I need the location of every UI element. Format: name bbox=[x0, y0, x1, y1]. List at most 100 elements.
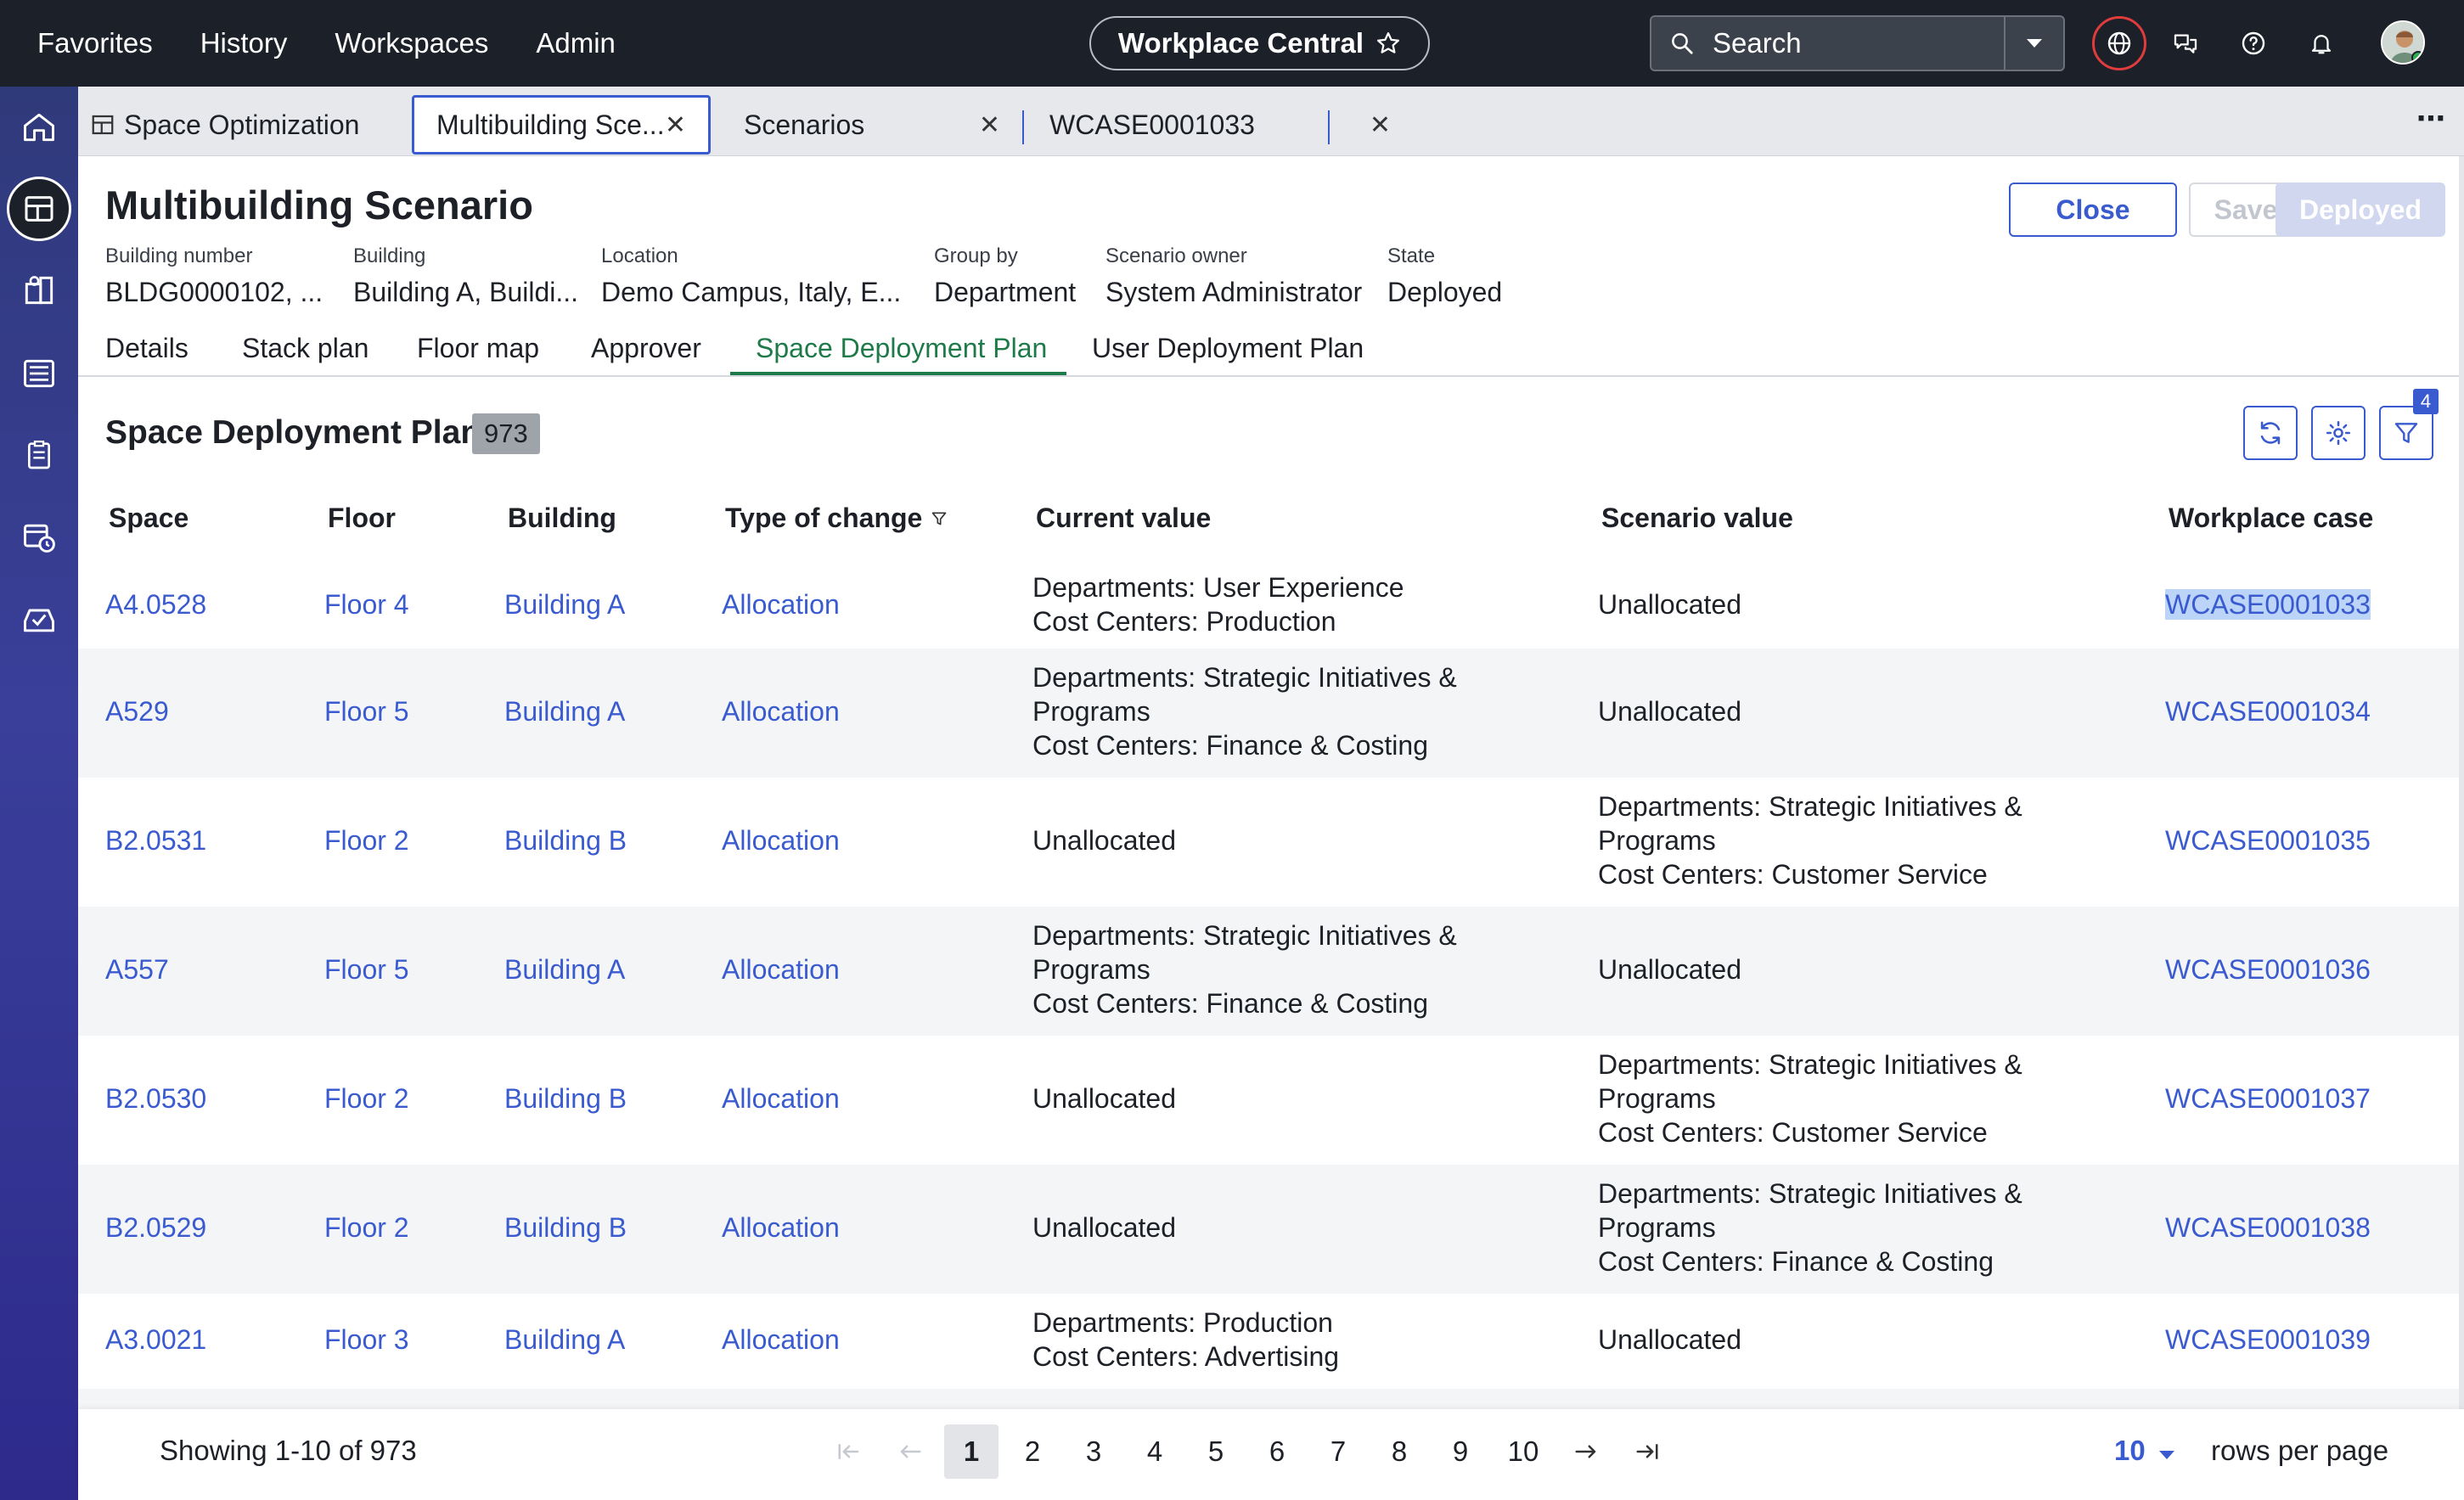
space-link[interactable]: A3.0021 bbox=[105, 1323, 206, 1357]
page-4[interactable]: 4 bbox=[1128, 1424, 1182, 1479]
page-8[interactable]: 8 bbox=[1372, 1424, 1426, 1479]
tab-approver[interactable]: Approver bbox=[591, 333, 701, 379]
workplace-case-link[interactable]: WCASE0001034 bbox=[2165, 694, 2371, 728]
column-header-scenario-value[interactable]: Scenario value bbox=[1601, 503, 1793, 534]
page-title: Multibuilding Scenario bbox=[105, 183, 533, 228]
type-of-change-link[interactable]: Allocation bbox=[722, 823, 840, 857]
column-header-building[interactable]: Building bbox=[508, 503, 616, 534]
list-icon[interactable] bbox=[0, 340, 78, 407]
building-link[interactable]: Building B bbox=[504, 1081, 627, 1115]
workplace-case-link[interactable]: WCASE0001038 bbox=[2165, 1211, 2371, 1244]
page-9[interactable]: 9 bbox=[1433, 1424, 1488, 1479]
page-6[interactable]: 6 bbox=[1250, 1424, 1304, 1479]
calendar-clock-icon[interactable] bbox=[0, 503, 78, 570]
workspace-layout-icon[interactable] bbox=[0, 175, 78, 243]
column-header-current-value[interactable]: Current value bbox=[1036, 503, 1211, 534]
nav-favorites[interactable]: Favorites bbox=[37, 27, 153, 59]
floor-link[interactable]: Floor 2 bbox=[324, 1081, 409, 1115]
type-of-change-link[interactable]: Allocation bbox=[722, 694, 840, 728]
first-page-icon[interactable] bbox=[822, 1424, 876, 1479]
next-page-icon[interactable] bbox=[1559, 1424, 1613, 1479]
refresh-button[interactable] bbox=[2243, 406, 2298, 460]
previous-page-icon[interactable] bbox=[883, 1424, 937, 1479]
tab-multibuilding-scenario[interactable]: Multibuilding Sce... ✕ bbox=[412, 95, 711, 154]
close-tab-icon[interactable]: ✕ bbox=[665, 110, 686, 140]
column-header-type-of-change[interactable]: Type of change bbox=[725, 503, 948, 534]
space-link[interactable]: A529 bbox=[105, 694, 169, 728]
bell-icon[interactable] bbox=[2294, 16, 2349, 70]
page-7[interactable]: 7 bbox=[1311, 1424, 1365, 1479]
app-title-pill[interactable]: Workplace Central bbox=[1089, 16, 1430, 70]
star-icon[interactable] bbox=[1375, 31, 1401, 56]
building-link[interactable]: Building A bbox=[504, 587, 625, 621]
current-value: Departments: Strategic Initiatives & Pro… bbox=[1032, 919, 1457, 1020]
tab-details[interactable]: Details bbox=[105, 333, 188, 379]
workplace-case-link[interactable]: WCASE0001039 bbox=[2165, 1323, 2371, 1357]
settings-button[interactable] bbox=[2311, 406, 2366, 460]
page-5[interactable]: 5 bbox=[1189, 1424, 1243, 1479]
tab-user-deployment-plan[interactable]: User Deployment Plan bbox=[1092, 333, 1364, 379]
space-link[interactable]: A4.0528 bbox=[105, 587, 206, 621]
column-header-floor[interactable]: Floor bbox=[328, 503, 396, 534]
workplace-case-link[interactable]: WCASE0001035 bbox=[2165, 823, 2371, 857]
type-of-change-link[interactable]: Allocation bbox=[722, 1323, 840, 1357]
tab-floor-map[interactable]: Floor map bbox=[417, 333, 539, 379]
space-link[interactable]: B2.0529 bbox=[105, 1211, 206, 1244]
column-filter-icon[interactable] bbox=[931, 509, 948, 528]
search-box[interactable]: Search bbox=[1650, 15, 2065, 71]
page-3[interactable]: 3 bbox=[1066, 1424, 1121, 1479]
search-input[interactable]: Search bbox=[1713, 27, 2004, 59]
type-of-change-link[interactable]: Allocation bbox=[722, 1211, 840, 1244]
floor-link[interactable]: Floor 5 bbox=[324, 952, 409, 986]
search-scope-dropdown[interactable] bbox=[2004, 17, 2063, 70]
home-icon[interactable] bbox=[0, 93, 78, 161]
rows-per-page-select[interactable]: 10 bbox=[2114, 1435, 2175, 1467]
chat-icon[interactable] bbox=[2158, 16, 2213, 70]
nav-workspaces[interactable]: Workspaces bbox=[335, 27, 488, 59]
tab-wcase0001033[interactable]: WCASE0001033 ✕ bbox=[1049, 95, 1391, 154]
close-button[interactable]: Close bbox=[2009, 183, 2177, 237]
floor-link[interactable]: Floor 5 bbox=[324, 694, 409, 728]
building-link[interactable]: Building B bbox=[504, 1211, 627, 1244]
page-1[interactable]: 1 bbox=[944, 1424, 999, 1479]
tab-stack-plan[interactable]: Stack plan bbox=[242, 333, 368, 379]
avatar[interactable] bbox=[2381, 20, 2425, 65]
inbox-check-icon[interactable] bbox=[0, 586, 78, 654]
workplace-case-link[interactable]: WCASE0001036 bbox=[2165, 952, 2371, 986]
tab-scenarios[interactable]: Scenarios ✕ bbox=[744, 95, 1000, 154]
clipboard-icon[interactable] bbox=[0, 421, 78, 489]
type-of-change-link[interactable]: Allocation bbox=[722, 1081, 840, 1115]
workplace-case-link[interactable]: WCASE0001033 bbox=[2165, 587, 2371, 621]
space-link[interactable]: B2.0530 bbox=[105, 1081, 206, 1115]
tab-space-optimization[interactable]: Space Optimization bbox=[90, 95, 404, 154]
page-10[interactable]: 10 bbox=[1496, 1424, 1550, 1479]
floor-link[interactable]: Floor 2 bbox=[324, 1211, 409, 1244]
globe-icon[interactable] bbox=[2092, 16, 2146, 70]
help-icon[interactable] bbox=[2226, 16, 2281, 70]
building-link[interactable]: Building A bbox=[504, 694, 625, 728]
page-2[interactable]: 2 bbox=[1005, 1424, 1060, 1479]
last-page-icon[interactable] bbox=[1620, 1424, 1674, 1479]
building-link[interactable]: Building A bbox=[504, 952, 625, 986]
floor-link[interactable]: Floor 4 bbox=[324, 587, 409, 621]
space-link[interactable]: A557 bbox=[105, 952, 169, 986]
nav-admin[interactable]: Admin bbox=[536, 27, 616, 59]
workplace-case-link[interactable]: WCASE0001037 bbox=[2165, 1081, 2371, 1115]
close-tab-icon[interactable]: ✕ bbox=[979, 110, 1000, 140]
close-tab-icon[interactable]: ✕ bbox=[1370, 110, 1391, 140]
column-header-workplace-case[interactable]: Workplace case bbox=[2169, 503, 2373, 534]
nav-history[interactable]: History bbox=[200, 27, 288, 59]
current-value: Departments: Strategic Initiatives & Pro… bbox=[1032, 660, 1457, 762]
more-options-icon[interactable]: ⋯ bbox=[2416, 102, 2447, 136]
type-of-change-link[interactable]: Allocation bbox=[722, 952, 840, 986]
building-link[interactable]: Building A bbox=[504, 1323, 625, 1357]
column-header-space[interactable]: Space bbox=[109, 503, 188, 534]
building-link[interactable]: Building B bbox=[504, 823, 627, 857]
scrollbar[interactable] bbox=[2459, 156, 2464, 1409]
floor-link[interactable]: Floor 3 bbox=[324, 1323, 409, 1357]
deployed-button[interactable]: Deployed bbox=[2276, 183, 2445, 237]
floor-link[interactable]: Floor 2 bbox=[324, 823, 409, 857]
space-link[interactable]: B2.0531 bbox=[105, 823, 206, 857]
type-of-change-link[interactable]: Allocation bbox=[722, 587, 840, 621]
buildings-icon[interactable] bbox=[0, 256, 78, 324]
